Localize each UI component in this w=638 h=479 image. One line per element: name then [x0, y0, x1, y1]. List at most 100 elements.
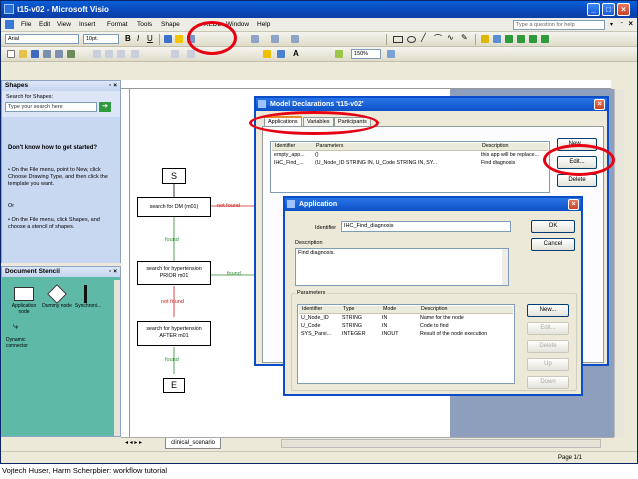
dummy-node-shape-icon[interactable] — [47, 284, 67, 304]
param-new-button[interactable]: New... — [527, 304, 569, 317]
synchronization-node-shape-icon[interactable] — [84, 285, 87, 303]
doc-minimize-icon[interactable]: - — [621, 20, 623, 27]
param-header-description[interactable]: Description — [421, 306, 448, 312]
font-size-select[interactable]: 10pt. — [83, 34, 119, 44]
copy-icon[interactable] — [105, 50, 113, 58]
open-icon[interactable] — [19, 50, 27, 58]
start-node[interactable]: S — [162, 168, 186, 184]
xedl-icon-1[interactable] — [481, 35, 489, 43]
param-edit-button[interactable]: Edit... — [527, 322, 569, 335]
paste-icon[interactable] — [117, 50, 125, 58]
help-dropdown-icon[interactable]: ▾ — [610, 21, 613, 28]
param-up-button[interactable]: Up — [527, 358, 569, 371]
zoom-select[interactable]: 150% — [351, 49, 381, 59]
font-family-select[interactable]: Arial — [5, 34, 79, 44]
flow-node-htn-after[interactable]: search for hypertension AFTER m01 — [137, 321, 211, 346]
stencil-pane-close-icon[interactable]: ▫ × — [109, 267, 117, 277]
menu-edit[interactable]: Edit — [39, 21, 50, 28]
xedl-icon-6[interactable] — [541, 35, 549, 43]
end-node[interactable]: E — [163, 378, 185, 393]
menu-shape[interactable]: Shape — [161, 21, 180, 28]
new-icon[interactable] — [7, 50, 15, 58]
close-button[interactable]: × — [617, 3, 630, 16]
param-header-identifier[interactable]: Identifier — [302, 306, 322, 312]
description-scrollbar[interactable] — [502, 249, 508, 285]
stencil-scrollbar[interactable] — [114, 280, 120, 436]
help-icon[interactable] — [387, 50, 395, 58]
undo-icon[interactable] — [171, 50, 179, 58]
align-left-icon[interactable] — [164, 35, 172, 43]
table-row[interactable]: U_Node_ID STRING IN Name for the node — [299, 315, 514, 323]
text-tool-icon[interactable]: A — [293, 49, 299, 58]
redo-icon[interactable] — [187, 50, 195, 58]
line-ends-icon[interactable] — [291, 35, 299, 43]
flow-node-search-dm[interactable]: search for DM (m01) — [137, 197, 211, 217]
col-header-description[interactable]: Description — [482, 143, 509, 149]
doc-close-icon[interactable]: × — [628, 19, 633, 28]
line-tool-icon[interactable]: ╱ — [421, 33, 426, 42]
cut-icon[interactable] — [93, 50, 101, 58]
param-delete-button[interactable]: Delete — [527, 340, 569, 353]
parameters-list[interactable]: Identifier Type Mode Description U_Node_… — [297, 304, 515, 384]
xedl-icon-5[interactable] — [529, 35, 537, 43]
description-textarea[interactable]: Find diagnosis. — [295, 248, 509, 286]
ok-button[interactable]: OK — [531, 220, 575, 233]
page-tab-clinical-scenario[interactable]: clinical_scenario — [165, 438, 222, 449]
xedl-icon-2[interactable] — [493, 35, 501, 43]
xedl-icon-4[interactable] — [517, 35, 525, 43]
italic-icon[interactable]: I — [137, 34, 139, 43]
horizontal-scrollbar[interactable] — [281, 439, 601, 448]
help-search-input[interactable]: Type a question for help — [513, 20, 605, 30]
applications-list[interactable]: Identifier Parameters Description empty_… — [270, 141, 550, 193]
menu-format[interactable]: Format — [107, 21, 128, 28]
search-shapes-input[interactable]: Type your search here — [5, 102, 97, 112]
pointer-tool-icon[interactable] — [277, 50, 285, 58]
connector-tool-icon[interactable] — [263, 50, 271, 58]
param-header-mode[interactable]: Mode — [383, 306, 396, 312]
table-row[interactable]: empty_app... () this app will be replace… — [272, 152, 549, 160]
vertical-scrollbar[interactable] — [614, 89, 624, 437]
param-down-button[interactable]: Down — [527, 376, 569, 389]
param-header-type[interactable]: Type — [343, 306, 354, 312]
shapes-icon[interactable] — [335, 50, 343, 58]
spelling-icon[interactable] — [67, 50, 75, 58]
save-icon[interactable] — [31, 50, 39, 58]
cancel-button[interactable]: Cancel — [531, 238, 575, 251]
format-painter-icon[interactable] — [131, 50, 139, 58]
underline-icon[interactable]: U — [147, 34, 153, 43]
xedl-icon-3[interactable] — [505, 35, 513, 43]
ellipse-tool-icon[interactable] — [407, 36, 416, 43]
bold-icon[interactable]: B — [125, 34, 131, 43]
preview-icon[interactable] — [55, 50, 63, 58]
table-row[interactable]: SYS_Parsi... INTEGER INOUT Result of the… — [299, 331, 514, 339]
menu-help[interactable]: Help — [257, 21, 270, 28]
arc-tool-icon[interactable]: ⌒ — [434, 33, 442, 44]
freeform-tool-icon[interactable]: ∿ — [447, 33, 454, 42]
application-node-shape-icon[interactable] — [14, 287, 34, 301]
fill-color-icon[interactable] — [175, 35, 183, 43]
shapes-pane-close-icon[interactable]: ▫ × — [109, 81, 117, 91]
model-dialog-close-button[interactable]: × — [594, 99, 605, 110]
minimize-button[interactable]: _ — [587, 3, 600, 16]
dynamic-connector-shape-icon[interactable]: ⤷ — [13, 321, 18, 332]
page-nav-icons[interactable]: ◂ ◂ ▸ ▸ — [125, 439, 142, 446]
menu-insert[interactable]: Insert — [79, 21, 95, 28]
document-icon[interactable] — [5, 20, 14, 29]
pencil-tool-icon[interactable]: ✎ — [461, 33, 468, 42]
table-row[interactable]: U_Code STRING IN Code to find — [299, 323, 514, 331]
col-header-identifier[interactable]: Identifier — [275, 143, 295, 149]
menu-tools[interactable]: Tools — [137, 21, 152, 28]
application-dialog-close-button[interactable]: × — [568, 199, 579, 210]
line-pattern-icon[interactable] — [271, 35, 279, 43]
flow-node-htn-prior[interactable]: search for hypertension PRIOR m01 — [137, 261, 211, 285]
col-header-parameters[interactable]: Parameters — [316, 143, 343, 149]
table-row[interactable]: IHC_Find_... (U_Node_ID STRING IN, U_Cod… — [272, 160, 549, 168]
search-go-icon[interactable]: ➔ — [99, 102, 111, 112]
menu-view[interactable]: View — [57, 21, 71, 28]
line-weight-icon[interactable] — [251, 35, 259, 43]
rectangle-tool-icon[interactable] — [393, 36, 403, 43]
menu-file[interactable]: File — [21, 21, 31, 28]
maximize-button[interactable]: □ — [602, 3, 615, 16]
identifier-input[interactable]: IHC_Find_diagnosis — [341, 221, 511, 232]
print-icon[interactable] — [43, 50, 51, 58]
